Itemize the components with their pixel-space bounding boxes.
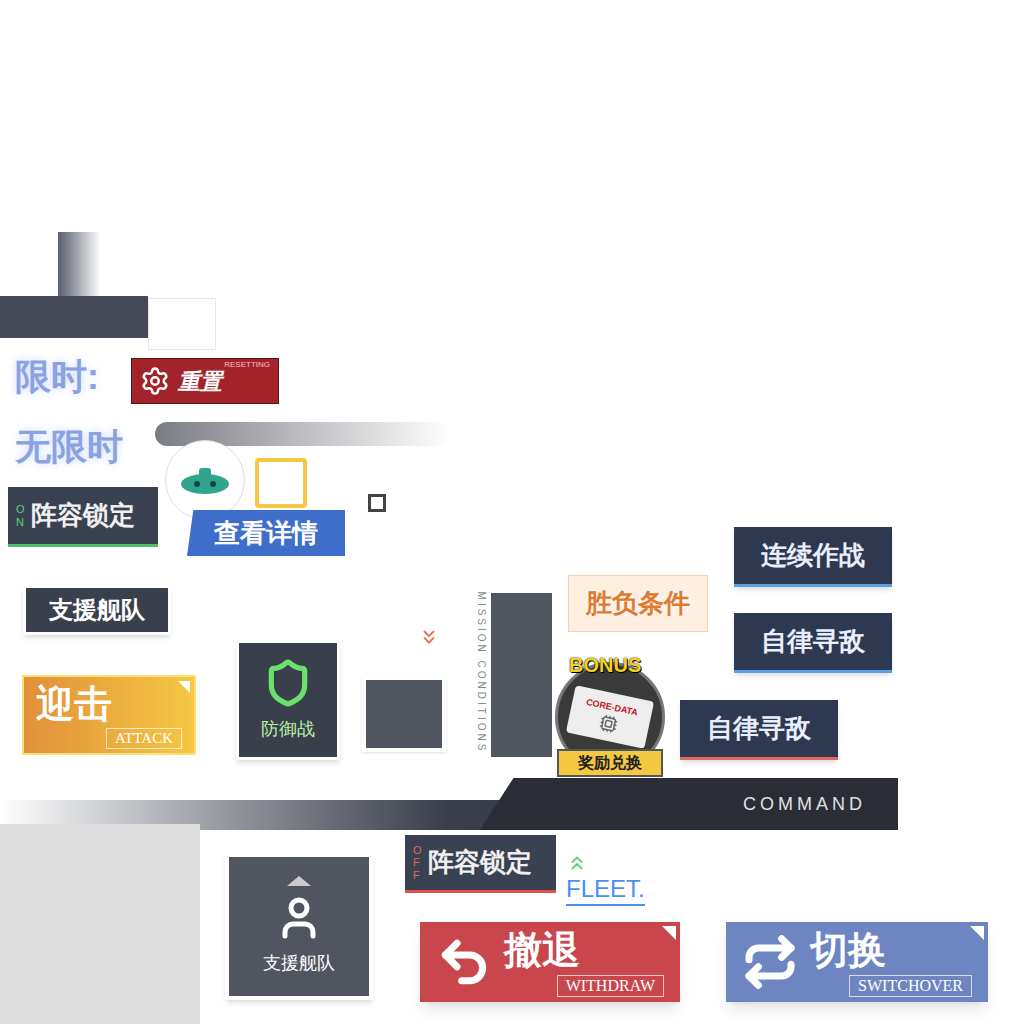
lock-label: 阵容锁定 [31, 496, 135, 535]
win-conditions-label: 胜负条件 [586, 584, 690, 623]
action-sub-label: WITHDRAW [557, 975, 664, 997]
action-icon [436, 934, 492, 990]
support-fleet-icon-button[interactable]: 支援舰队 [225, 853, 373, 1000]
defense-button[interactable]: 防御战 [236, 640, 340, 760]
command-label: COMMAND [743, 791, 866, 818]
retreat-icon [436, 934, 492, 990]
details-label: 查看详情 [214, 514, 318, 553]
select-frame [255, 458, 307, 508]
command-label: 自律寻敌 [707, 709, 811, 748]
command-bar: COMMAND [480, 778, 898, 830]
action-label: 撤退 [504, 927, 580, 975]
command-button[interactable]: 连续作战 [734, 527, 892, 587]
mission-conditions-vertical: MISSION CONDITIONS [474, 588, 489, 758]
lineup-lock-button[interactable]: OFF 阵容锁定 [405, 835, 556, 893]
details-tab[interactable]: 查看详情 [187, 510, 345, 556]
chip-icon [598, 713, 619, 734]
attack-label: 迎击 [36, 681, 182, 729]
submarine-icon [177, 460, 233, 500]
shield-icon [263, 658, 313, 708]
core-data-label: CORE-DATA [585, 696, 639, 720]
action-sub-label: SWITCHOVER [849, 975, 972, 997]
mission-panel [488, 590, 555, 760]
action-icon [742, 934, 798, 990]
timer-label: 无限时 [15, 420, 123, 474]
reset-badge: RESETTING [224, 359, 270, 371]
chevron-down-icon [418, 626, 440, 648]
lock-label: 阵容锁定 [428, 843, 532, 882]
timer-label: 限时: [15, 350, 99, 404]
command-button[interactable]: 自律寻敌 [734, 613, 892, 673]
top-tab [58, 232, 100, 296]
support-fleet-label: 支援舰队 [49, 592, 145, 628]
reset-label: 重置 [178, 365, 222, 398]
attack-sub-label: ATTACK [106, 728, 182, 749]
chevron-up-icon [566, 852, 588, 874]
switch-icon [742, 934, 798, 990]
support-fleet-button[interactable]: 支援舰队 [23, 585, 171, 635]
bonus-label-box: 奖励兑换 [557, 749, 663, 777]
attack-button[interactable]: 迎击ATTACK [22, 675, 196, 755]
white-frame [148, 298, 216, 350]
gray-square [362, 676, 446, 752]
action-label: 切换 [810, 927, 886, 975]
lock-indicator: ON [16, 503, 27, 527]
fleet-label: FLEET. [566, 874, 645, 906]
reset-button[interactable]: 重置RESETTING [131, 358, 279, 404]
person-icon [275, 894, 323, 942]
enemy-marker [165, 440, 245, 520]
gear-icon [140, 366, 170, 396]
lineup-lock-button[interactable]: ON阵容锁定 [8, 487, 158, 547]
command-label: 自律寻敌 [761, 622, 865, 661]
lock-indicator: OFF [413, 844, 424, 880]
win-conditions-button[interactable]: 胜负条件 [568, 575, 708, 632]
dark-bar [0, 296, 148, 338]
small-square [368, 494, 386, 512]
bonus-exchange[interactable]: CORE-DATA BONUS 奖励兑换 [555, 650, 665, 775]
action-button[interactable]: 切换SWITCHOVER [726, 922, 988, 1002]
sprite-atlas: 限时:无限时重置RESETTINGON阵容锁定查看详情支援舰队迎击ATTACK防… [0, 0, 1024, 1024]
support-fleet-label: 支援舰队 [263, 950, 335, 977]
command-label: 连续作战 [761, 536, 865, 575]
command-button[interactable]: 自律寻敌 [680, 700, 838, 760]
light-panel [0, 824, 200, 1024]
bonus-label: 奖励兑换 [578, 754, 642, 771]
bonus-badge: BONUS [569, 650, 641, 680]
defense-label: 防御战 [261, 716, 315, 743]
action-button[interactable]: 撤退WITHDRAW [420, 922, 680, 1002]
